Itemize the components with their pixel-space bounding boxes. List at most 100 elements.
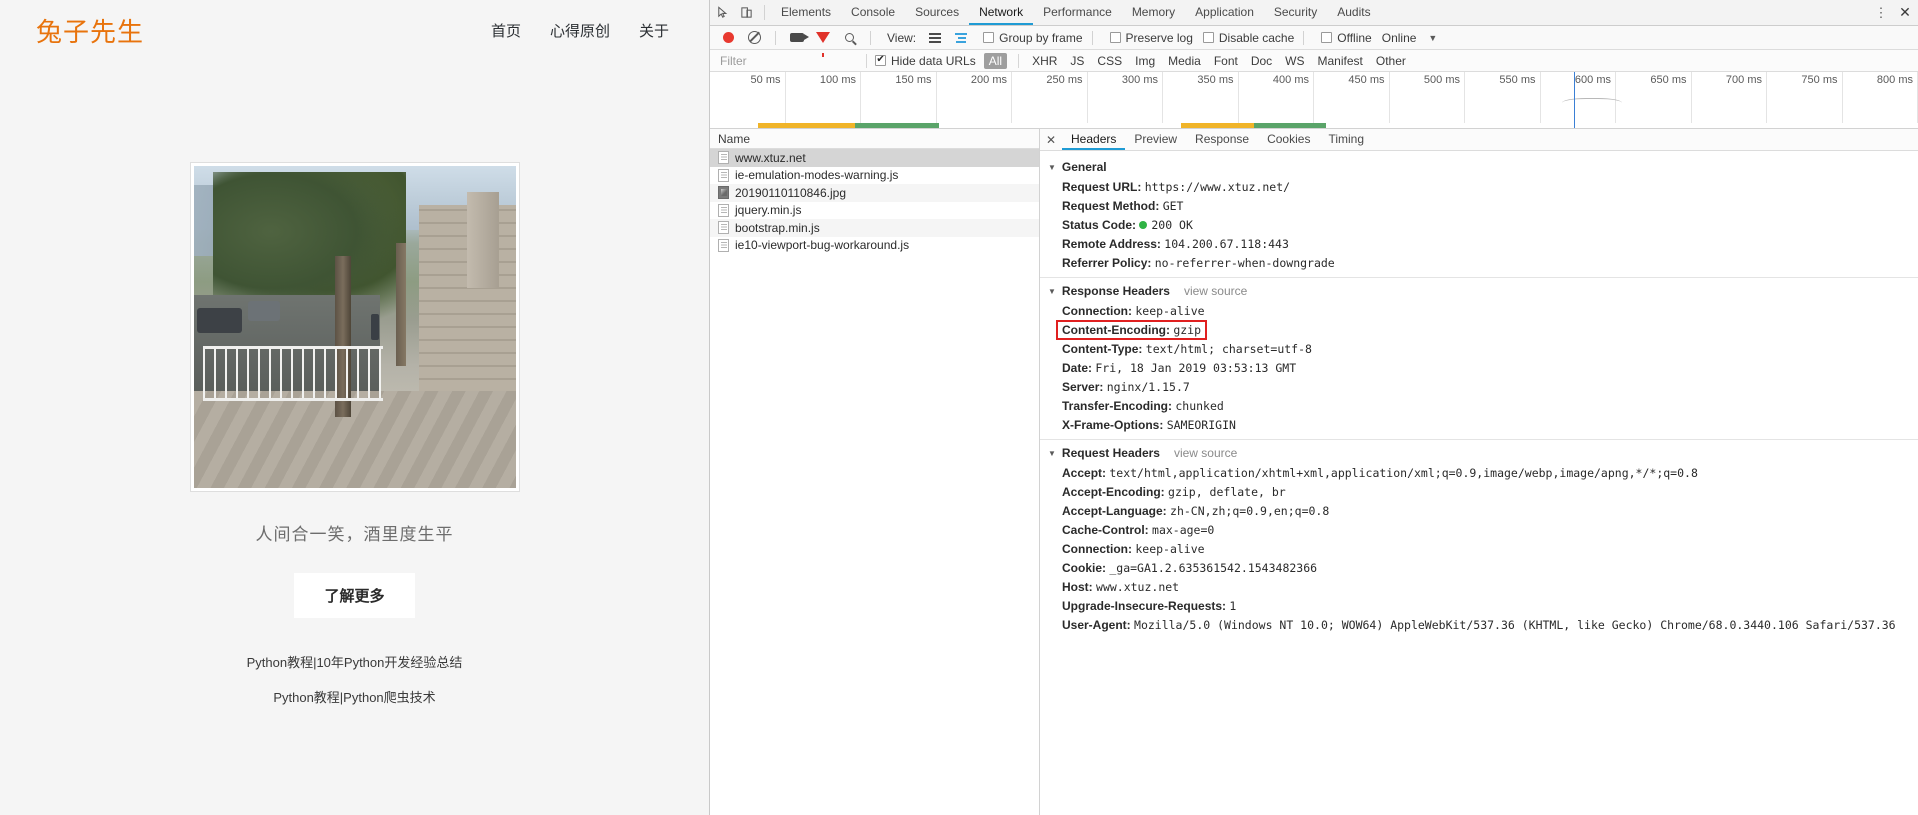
table-row[interactable]: jquery.min.js (710, 202, 1039, 220)
hide-data-urls-checkbox[interactable]: Hide data URLs (875, 54, 976, 68)
view-list-icon[interactable] (923, 32, 947, 43)
nav-item-home[interactable]: 首页 (491, 20, 521, 41)
capture-screenshots-icon[interactable] (785, 33, 809, 42)
view-waterfall-icon[interactable] (949, 32, 973, 43)
tick-label: 150 ms (895, 74, 932, 86)
tick-label: 450 ms (1348, 74, 1385, 86)
header-key: Connection: (1062, 303, 1132, 318)
tick-label: 400 ms (1272, 74, 1309, 86)
response-headers-section-header[interactable]: ▼ Response Headers view source (1040, 281, 1918, 301)
filter-type-font[interactable]: Font (1209, 53, 1243, 69)
street-photo (193, 166, 516, 488)
view-source-link-request[interactable]: view source (1174, 446, 1237, 460)
filter-type-js[interactable]: JS (1065, 53, 1089, 69)
filter-type-xhr[interactable]: XHR (1027, 53, 1062, 69)
document-icon (718, 238, 729, 252)
tab-network[interactable]: Network (969, 0, 1034, 25)
status-ok-icon (1139, 221, 1148, 230)
record-button[interactable] (716, 32, 740, 43)
tick-label: 250 ms (1046, 74, 1083, 86)
tick-label: 350 ms (1197, 74, 1234, 86)
site-logo[interactable]: 兔子先生 (36, 12, 144, 49)
document-icon (718, 168, 729, 182)
chevron-down-icon[interactable]: ▼ (1428, 33, 1437, 43)
general-section-header[interactable]: ▼ General (1040, 157, 1918, 177)
detail-tab-headers[interactable]: Headers (1062, 129, 1126, 150)
detail-tab-timing[interactable]: Timing (1319, 129, 1373, 150)
group-by-frame-checkbox[interactable]: Group by frame (983, 31, 1083, 45)
header-row: Content-Type: text/html; charset=utf-8 (1040, 339, 1918, 358)
triangle-down-icon: ▼ (1048, 162, 1056, 172)
tick-label: 750 ms (1801, 74, 1838, 86)
header-key: Server: (1062, 379, 1104, 394)
header-key: Connection: (1062, 541, 1132, 556)
table-row[interactable]: 20190110110846.jpg (710, 184, 1039, 202)
throttling-select-value[interactable]: Online (1382, 31, 1417, 45)
filter-type-other[interactable]: Other (1371, 53, 1411, 69)
filter-input[interactable] (718, 52, 858, 69)
header-row: Cache-Control: max-age=0 (1040, 520, 1918, 539)
tick-label: 500 ms (1423, 74, 1460, 86)
document-icon (718, 221, 729, 235)
page-link-1[interactable]: Python教程|10年Python开发经验总结 (0, 652, 709, 671)
filter-type-img[interactable]: Img (1130, 53, 1160, 69)
toggle-device-toolbar-icon[interactable] (734, 0, 758, 25)
more-options-icon[interactable]: ⋮ (1870, 5, 1892, 21)
tab-security[interactable]: Security (1264, 0, 1327, 25)
header-key: Cache-Control: (1062, 522, 1149, 537)
network-body: Name www.xtuz.net ie-emulation-modes-war… (710, 129, 1918, 815)
search-icon[interactable] (837, 33, 861, 42)
header-row: X-Frame-Options: SAMEORIGIN (1040, 415, 1918, 434)
tab-performance[interactable]: Performance (1033, 0, 1122, 25)
network-overview-timeline[interactable]: 50 ms 100 ms 150 ms 200 ms 250 ms 300 ms… (710, 72, 1918, 129)
tab-application[interactable]: Application (1185, 0, 1264, 25)
request-name: 20190110110846.jpg (735, 185, 846, 200)
preserve-log-checkbox[interactable]: Preserve log (1109, 31, 1193, 45)
filter-type-ws[interactable]: WS (1280, 53, 1309, 69)
disable-cache-box (1202, 32, 1214, 43)
filter-type-doc[interactable]: Doc (1246, 53, 1277, 69)
tab-audits[interactable]: Audits (1327, 0, 1380, 25)
header-key: Host: (1062, 579, 1093, 594)
table-row[interactable]: www.xtuz.net (710, 149, 1039, 167)
clear-button[interactable] (742, 31, 766, 44)
detail-tab-preview[interactable]: Preview (1125, 129, 1186, 150)
filter-type-manifest[interactable]: Manifest (1313, 53, 1368, 69)
network-filterbar: Hide data URLs All XHR JS CSS Img Media … (710, 50, 1918, 72)
nav-item-original[interactable]: 心得原创 (550, 20, 610, 41)
detail-tab-response[interactable]: Response (1186, 129, 1258, 150)
inspect-element-icon[interactable] (710, 0, 734, 25)
disable-cache-checkbox[interactable]: Disable cache (1202, 31, 1294, 45)
request-name: ie-emulation-modes-warning.js (735, 168, 899, 183)
header-row: User-Agent: Mozilla/5.0 (Windows NT 10.0… (1040, 615, 1918, 634)
table-row[interactable]: ie-emulation-modes-warning.js (710, 167, 1039, 185)
page-link-2[interactable]: Python教程|Python爬虫技术 (0, 687, 709, 706)
tab-memory[interactable]: Memory (1122, 0, 1185, 25)
offline-checkbox[interactable]: Offline (1321, 31, 1372, 45)
view-source-link-response[interactable]: view source (1184, 284, 1247, 298)
tab-console[interactable]: Console (841, 0, 905, 25)
table-row[interactable]: bootstrap.min.js (710, 219, 1039, 237)
header-value: 1 (1229, 598, 1237, 613)
triangle-down-icon: ▼ (1048, 448, 1056, 458)
header-key: Cookie: (1062, 560, 1107, 575)
filter-type-css[interactable]: CSS (1092, 53, 1127, 69)
request-headers-section-header[interactable]: ▼ Request Headers view source (1040, 443, 1918, 463)
header-value[interactable]: https://www.xtuz.net/ (1145, 180, 1290, 194)
header-value: text/html; charset=utf-8 (1145, 341, 1312, 356)
tab-elements[interactable]: Elements (771, 0, 841, 25)
filter-funnel-icon[interactable] (811, 32, 835, 57)
header-value: _ga=GA1.2.635361542.1543482366 (1109, 560, 1318, 575)
nav-item-about[interactable]: 关于 (639, 20, 669, 41)
triangle-down-icon: ▼ (1048, 286, 1056, 296)
detail-tab-cookies[interactable]: Cookies (1258, 129, 1319, 150)
filter-type-media[interactable]: Media (1163, 53, 1206, 69)
filter-type-all[interactable]: All (983, 52, 1008, 69)
header-row-highlighted: Content-Encoding: gzip (1040, 319, 1918, 340)
table-row[interactable]: ie10-viewport-bug-workaround.js (710, 237, 1039, 255)
close-detail-icon[interactable]: ✕ (1040, 129, 1062, 150)
learn-more-button[interactable]: 了解更多 (294, 573, 415, 618)
tab-sources[interactable]: Sources (905, 0, 969, 25)
request-column-header[interactable]: Name (710, 129, 1039, 149)
close-devtools-icon[interactable]: ✕ (1892, 4, 1918, 21)
